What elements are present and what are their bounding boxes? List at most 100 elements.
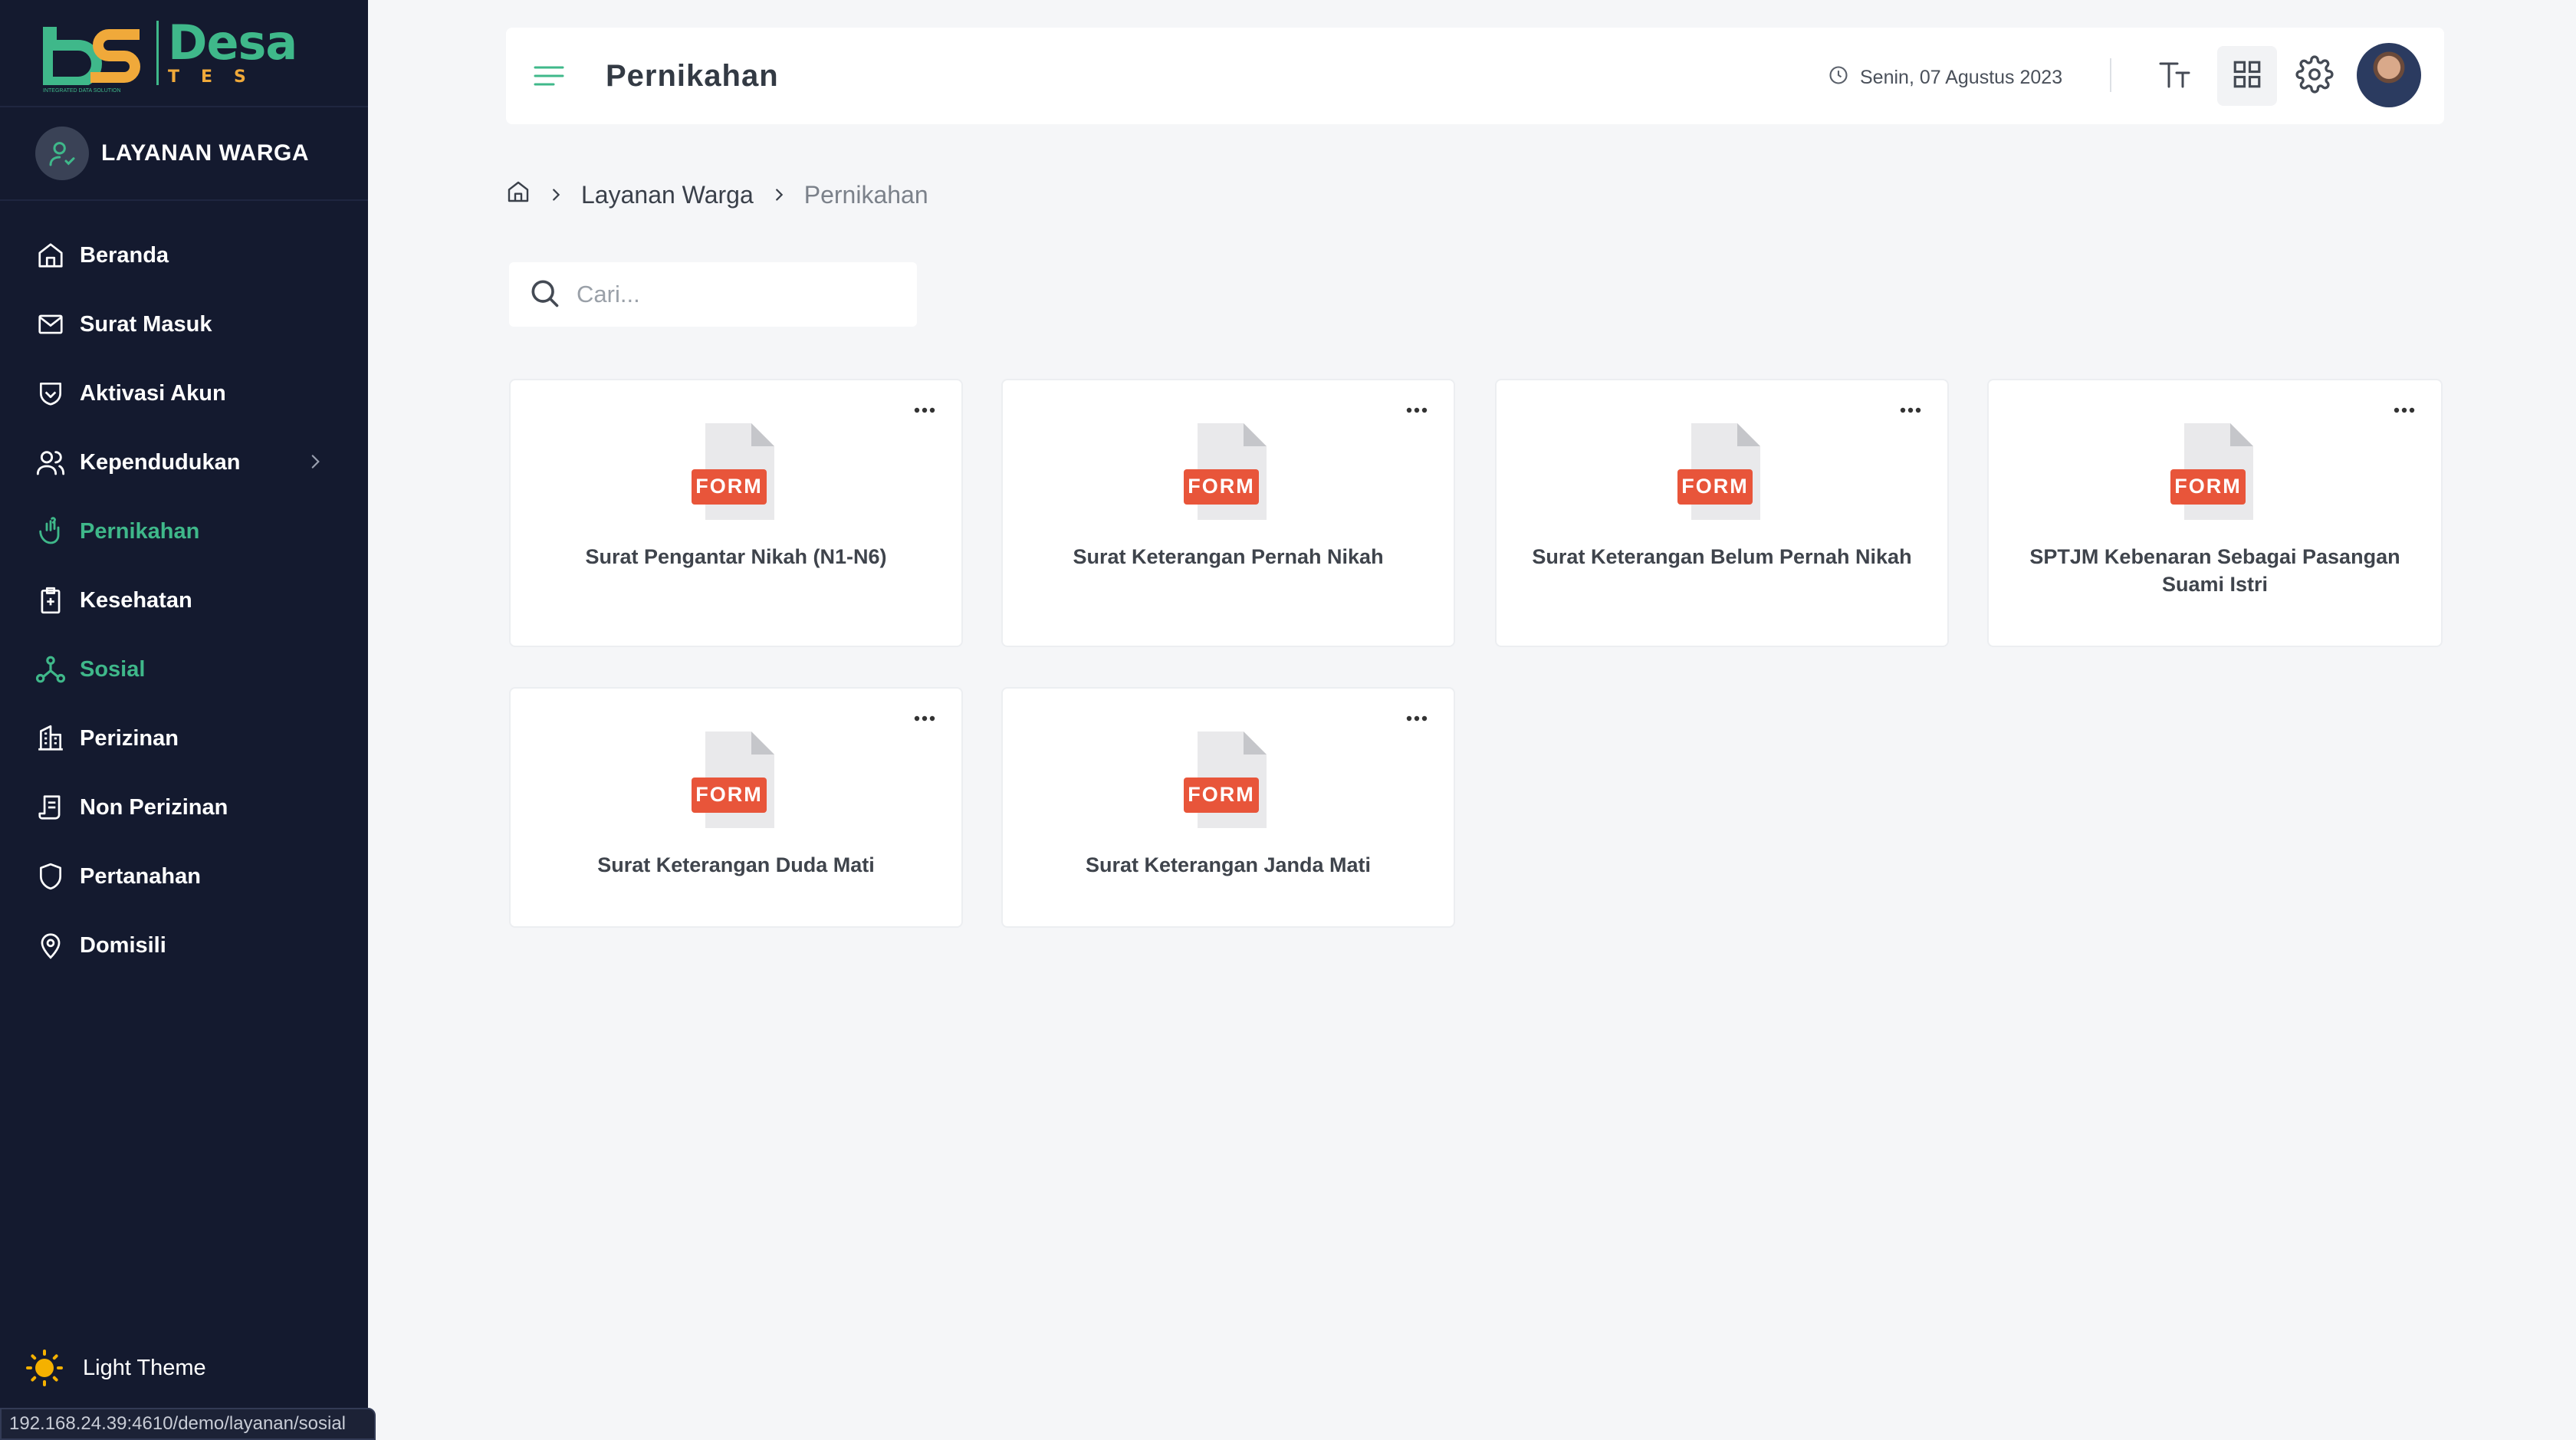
logo-mark: INTEGRATED DATA SOLUTION [42, 21, 146, 94]
form-card[interactable]: FORM Surat Keterangan Pernah Nikah [1001, 379, 1455, 647]
brand-top: Desa [168, 15, 297, 71]
chevron-right-icon [770, 181, 787, 209]
shield-icon [35, 861, 66, 892]
logo-brand: Desa TES [156, 15, 297, 87]
font-size-icon [2158, 59, 2192, 94]
sidebar-item-label: Pernikahan [80, 518, 200, 544]
form-card[interactable]: FORM Surat Keterangan Duda Mati [509, 687, 963, 928]
users-icon [35, 447, 66, 478]
brand-bottom: TES [168, 67, 268, 87]
sidebar-item-kependudukan[interactable]: Kependudukan [0, 428, 368, 497]
search-icon [527, 276, 561, 314]
form-file-icon: FORM [1184, 422, 1273, 523]
sidebar-item-pertanahan[interactable]: Pertanahan [0, 842, 368, 911]
more-options-icon[interactable] [909, 707, 940, 730]
form-badge-label: FORM [1188, 783, 1254, 806]
sidebar-item-label: Non Perizinan [80, 794, 228, 820]
chevron-right-icon [305, 452, 325, 478]
shield-check-icon [35, 378, 66, 409]
card-title: Surat Keterangan Belum Pernah Nikah [1532, 545, 1912, 568]
sidebar-item-aktivasi-akun[interactable]: Aktivasi Akun [0, 359, 368, 428]
location-icon [35, 930, 66, 961]
more-options-icon[interactable] [1401, 707, 1432, 730]
more-options-icon[interactable] [2389, 399, 2420, 422]
sidebar-item-domisili[interactable]: Domisili [0, 911, 368, 980]
user-avatar[interactable] [2357, 43, 2421, 107]
sidebar-item-label: Beranda [80, 242, 169, 268]
heart-hand-icon [35, 516, 66, 547]
home-icon [35, 240, 66, 271]
form-badge-label: FORM [695, 783, 762, 806]
form-file-icon: FORM [1677, 422, 1766, 523]
sidebar-menu: Beranda Surat Masuk Aktivasi Akun Kepend… [0, 201, 368, 980]
theme-label: Light Theme [83, 1355, 206, 1380]
apps-grid-button[interactable] [2217, 46, 2277, 106]
sidebar-item-label: Kependudukan [80, 449, 241, 475]
form-badge-label: FORM [2174, 475, 2241, 498]
form-card[interactable]: FORM Surat Keterangan Janda Mati [1001, 687, 1455, 928]
sidebar-item-label: Kesehatan [80, 587, 192, 613]
card-title: Surat Pengantar Nikah (N1-N6) [585, 545, 887, 568]
form-file-icon: FORM [692, 422, 780, 523]
card-title: Surat Keterangan Pernah Nikah [1073, 545, 1384, 568]
more-options-icon[interactable] [1401, 399, 1432, 422]
sidebar-item-pernikahan[interactable]: Pernikahan [0, 497, 368, 566]
search-box [509, 262, 917, 327]
form-badge-label: FORM [1681, 475, 1748, 498]
user-label: LAYANAN WARGA [101, 140, 309, 166]
current-date: Senin, 07 Agustus 2023 [1828, 64, 2062, 91]
sidebar-item-label: Domisili [80, 932, 166, 958]
form-badge-label: FORM [1188, 475, 1254, 498]
sidebar-item-beranda[interactable]: Beranda [0, 221, 368, 290]
user-block[interactable]: LAYANAN WARGA [0, 107, 368, 201]
search-input[interactable] [577, 281, 899, 308]
sun-icon [26, 1350, 63, 1386]
sidebar-item-label: Perizinan [80, 725, 179, 751]
top-bar: Pernikahan Senin, 07 Agustus 2023 [506, 28, 2444, 124]
card-title: Surat Keterangan Janda Mati [1085, 853, 1372, 876]
sidebar-item-label: Sosial [80, 656, 146, 682]
sidebar-item-kesehatan[interactable]: Kesehatan [0, 566, 368, 635]
sidebar-item-label: Pertanahan [80, 863, 201, 889]
home-icon[interactable] [506, 179, 531, 210]
clipboard-plus-icon [35, 585, 66, 616]
form-file-icon: FORM [692, 730, 780, 831]
more-options-icon[interactable] [1895, 399, 1926, 422]
card-title: SPTJM Kebenaran Sebagai Pasangan Suami I… [2029, 545, 2400, 596]
settings-button[interactable] [2285, 46, 2344, 106]
sidebar-item-non-perizinan[interactable]: Non Perizinan [0, 773, 368, 842]
gear-icon [2295, 54, 2334, 97]
sidebar-item-perizinan[interactable]: Perizinan [0, 704, 368, 773]
document-icon [35, 792, 66, 823]
logo-tagline: INTEGRATED DATA SOLUTION [43, 88, 121, 94]
form-card[interactable]: FORM Surat Keterangan Belum Pernah Nikah [1495, 379, 1949, 647]
sidebar-item-label: Aktivasi Akun [80, 380, 226, 406]
breadcrumb: Layanan Warga Pernikahan [506, 178, 928, 212]
form-file-icon: FORM [1184, 730, 1273, 831]
grid-icon [2231, 58, 2263, 94]
form-card[interactable]: FORM Surat Pengantar Nikah (N1-N6) [509, 379, 963, 647]
sidebar: INTEGRATED DATA SOLUTION Desa TES LAYANA… [0, 0, 368, 1440]
mail-icon [35, 309, 66, 340]
breadcrumb-current: Pernikahan [803, 180, 928, 209]
form-card[interactable]: FORM SPTJM Kebenaran Sebagai Pasangan Su… [1987, 379, 2443, 647]
user-check-icon [35, 127, 89, 180]
chevron-right-icon [547, 181, 564, 209]
network-icon [35, 654, 66, 685]
header-divider [2110, 58, 2111, 92]
app-logo[interactable]: INTEGRATED DATA SOLUTION Desa TES [0, 0, 368, 107]
card-title: Surat Keterangan Duda Mati [597, 853, 875, 876]
font-size-button[interactable] [2145, 46, 2205, 106]
status-bar-url: 192.168.24.39:4610/demo/layanan/sosial [0, 1408, 376, 1440]
menu-toggle-icon[interactable] [532, 59, 566, 93]
building-icon [35, 723, 66, 754]
theme-toggle[interactable]: Light Theme [26, 1350, 206, 1386]
sidebar-item-surat-masuk[interactable]: Surat Masuk [0, 290, 368, 359]
breadcrumb-link[interactable]: Layanan Warga [581, 181, 754, 209]
clock-icon [1828, 64, 1849, 91]
form-file-icon: FORM [2170, 422, 2259, 523]
sidebar-item-sosial[interactable]: Sosial [0, 635, 368, 704]
sidebar-item-label: Surat Masuk [80, 311, 212, 337]
page-title: Pernikahan [606, 58, 779, 93]
more-options-icon[interactable] [909, 399, 940, 422]
